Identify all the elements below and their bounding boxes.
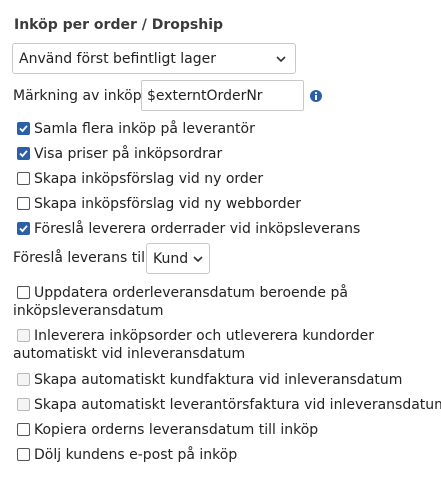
checkbox-suggest-new-order[interactable]: Skapa inköpsförslag vid ny order xyxy=(17,169,263,189)
checkbox-label: Skapa inköpsförslag vid ny order xyxy=(34,171,264,187)
chevron-down-icon xyxy=(193,255,203,262)
checkbox-hide-customer-email[interactable]: Dölj kundens e-post på inköp xyxy=(17,445,237,465)
delivery-value: Kund xyxy=(153,250,189,267)
checkbox-auto-supplier-invoice: Skapa automatiskt leverantörsfaktura vid… xyxy=(17,395,441,415)
checkbox-label-continuation: automatiskt vid inleveransdatum xyxy=(13,346,246,362)
checkbox[interactable] xyxy=(17,448,30,461)
checkbox-show-prices[interactable]: Visa priser på inköpsordrar xyxy=(17,144,222,164)
checkbox[interactable] xyxy=(17,286,30,299)
checkmark-icon xyxy=(19,150,28,158)
checkbox-label: Skapa inköpsförslag vid ny webborder xyxy=(34,196,301,212)
checkbox xyxy=(17,373,30,386)
checkbox xyxy=(17,329,30,342)
checkbox-label: Skapa automatiskt leverantörsfaktura vid… xyxy=(34,397,441,413)
checkbox-update-order-delivery-date[interactable]: Uppdatera orderleveransdatum beroende på xyxy=(17,283,348,303)
stock-strategy-value: Använd först befintligt lager xyxy=(19,50,217,67)
checkbox xyxy=(17,398,30,411)
marking-label: Märkning av inköp: xyxy=(13,88,147,104)
info-icon[interactable] xyxy=(309,89,323,103)
checkbox[interactable] xyxy=(17,172,30,185)
checkbox-suggest-new-weborder[interactable]: Skapa inköpsförslag vid ny webborder xyxy=(17,194,301,214)
chevron-down-icon xyxy=(276,55,286,62)
checkbox-label: Visa priser på inköpsordrar xyxy=(34,146,223,162)
checkbox-auto-customer-invoice: Skapa automatiskt kundfaktura vid inleve… xyxy=(17,370,402,390)
section-title: Inköp per order / Dropship xyxy=(14,17,224,33)
marking-input-value: $externtOrderNr xyxy=(147,87,263,104)
checkbox-label: Uppdatera orderleveransdatum beroende på xyxy=(34,285,348,301)
delivery-select[interactable]: Kund xyxy=(146,243,210,274)
checkbox-label: Samla flera inköp på leverantör xyxy=(34,121,255,137)
checkbox[interactable] xyxy=(17,197,30,210)
checkbox-label: Skapa automatiskt kundfaktura vid inleve… xyxy=(34,372,403,388)
checkbox-copy-delivery-date[interactable]: Kopiera orderns leveransdatum till inköp xyxy=(17,420,318,440)
checkbox[interactable] xyxy=(17,147,30,160)
checkbox-label: Inleverera inköpsorder och utleverera ku… xyxy=(34,328,374,344)
stock-strategy-select[interactable]: Använd först befintligt lager xyxy=(12,43,296,74)
checkbox-label: Dölj kundens e-post på inköp xyxy=(34,447,238,463)
checkbox-label-continuation: inköpsleveransdatum xyxy=(13,303,164,319)
checkbox-label: Kopiera orderns leveransdatum till inköp xyxy=(34,422,319,438)
marking-input[interactable]: $externtOrderNr xyxy=(141,80,304,111)
checkmark-icon xyxy=(19,225,28,233)
checkbox-suggest-deliver-rows[interactable]: Föreslå leverera orderrader vid inköpsle… xyxy=(17,219,360,239)
checkbox[interactable] xyxy=(17,122,30,135)
checkbox-collect-purchases[interactable]: Samla flera inköp på leverantör xyxy=(17,119,255,139)
checkmark-icon xyxy=(19,125,28,133)
checkbox[interactable] xyxy=(17,423,30,436)
checkbox-label: Föreslå leverera orderrader vid inköpsle… xyxy=(34,221,361,237)
checkbox[interactable] xyxy=(17,222,30,235)
checkbox-auto-receive-deliver: Inleverera inköpsorder och utleverera ku… xyxy=(17,326,374,346)
delivery-label: Föreslå leverans till: xyxy=(13,250,154,266)
